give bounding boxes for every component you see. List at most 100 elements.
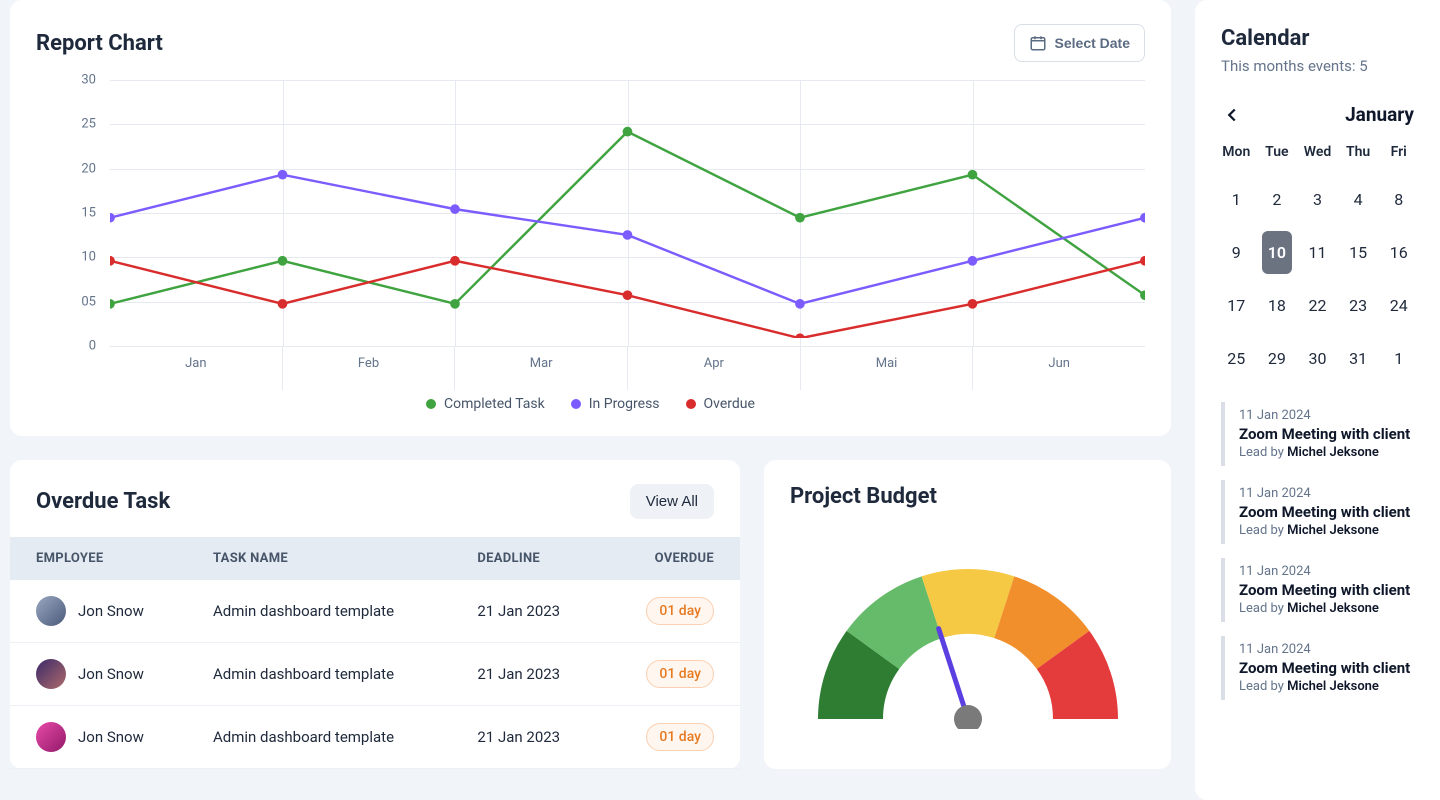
calendar-event[interactable]: 11 Jan 2024Zoom Meeting with clientLead … <box>1221 558 1414 622</box>
calendar-dow: Wed <box>1302 144 1333 168</box>
y-tick: 0 <box>89 339 96 354</box>
event-lead: Lead by Michel Jeksone <box>1239 601 1414 616</box>
event-lead: Lead by Michel Jeksone <box>1239 445 1414 460</box>
report-chart-title: Report Chart <box>36 31 163 56</box>
y-tick: 25 <box>81 117 96 132</box>
task-deadline: 21 Jan 2023 <box>459 643 604 706</box>
project-budget-card: Project Budget <box>764 460 1171 769</box>
calendar-event[interactable]: 11 Jan 2024 Zoom Meeting with client Lead … <box>1221 402 1414 466</box>
y-tick: 10 <box>81 250 96 265</box>
overdue-task-card: Overdue Task View All EMPLOYEE TASK NAME… <box>10 460 740 769</box>
overdue-table: EMPLOYEE TASK NAME DEADLINE OVERDUE Jon … <box>10 537 740 769</box>
calendar-day[interactable]: 1 <box>1221 178 1252 221</box>
legend-label: Overdue <box>704 396 755 412</box>
view-all-button[interactable]: View All <box>630 484 714 519</box>
calendar-event[interactable]: 11 Jan 2024 Zoom Meeting with client Lead … <box>1221 636 1414 700</box>
calendar-day[interactable]: 24 <box>1383 284 1414 327</box>
table-row[interactable]: Jon Snow Admin dashboard template21 Jan 2… <box>10 706 740 769</box>
employee-name: Jon Snow <box>78 665 144 683</box>
event-date: 11 Jan 2024 <box>1239 642 1414 657</box>
table-row[interactable]: Jon Snow Admin dashboard template21 Jan 2… <box>10 580 740 643</box>
task-name: Admin dashboard template <box>195 706 459 769</box>
event-title: Zoom Meeting with client <box>1239 503 1414 521</box>
calendar-day[interactable]: 9 <box>1221 231 1252 274</box>
legend-label: In Progress <box>589 396 660 412</box>
task-name: Admin dashboard template <box>195 643 459 706</box>
calendar-day[interactable]: 2 <box>1262 178 1293 221</box>
legend-dot-icon <box>686 399 696 409</box>
col-employee: EMPLOYEE <box>10 537 195 580</box>
y-tick: 15 <box>81 206 96 221</box>
x-tick: Jan <box>110 346 282 390</box>
x-tick: Jun <box>972 346 1145 390</box>
calendar-day[interactable]: 17 <box>1221 284 1252 327</box>
calendar-day[interactable]: 25 <box>1221 337 1252 380</box>
avatar <box>36 659 66 689</box>
col-task: TASK NAME <box>195 537 459 580</box>
calendar-day[interactable]: 15 <box>1343 231 1374 274</box>
x-tick: Apr <box>627 346 800 390</box>
avatar <box>36 722 66 752</box>
legend-item[interactable]: Overdue <box>686 396 755 412</box>
report-chart: 0051015202530 JanFebMarAprMaiJun <box>36 80 1145 390</box>
calendar-event[interactable]: 11 Jan 2024 Zoom Meeting with client Lead … <box>1221 480 1414 544</box>
task-deadline: 21 Jan 2023 <box>459 706 604 769</box>
event-lead: Lead by Michel Jeksone <box>1239 679 1414 694</box>
overdue-badge: 01 day <box>646 723 714 751</box>
calendar-day[interactable]: 23 <box>1343 284 1374 327</box>
event-date: 11 Jan 2024 <box>1239 408 1414 423</box>
avatar <box>36 596 66 626</box>
calendar-dow: Fri <box>1383 144 1414 168</box>
calendar-title: Calendar <box>1221 26 1414 51</box>
calendar-day[interactable]: 31 <box>1343 337 1374 380</box>
legend-item[interactable]: In Progress <box>571 396 660 412</box>
calendar-month: January <box>1345 103 1414 126</box>
x-tick: Feb <box>282 346 455 390</box>
event-title: Zoom Meeting with client <box>1239 659 1414 677</box>
x-tick: Mar <box>454 346 627 390</box>
overdue-badge: 01 day <box>646 660 714 688</box>
task-deadline: 21 Jan 2023 <box>459 580 604 643</box>
calendar-day[interactable]: 8 <box>1383 178 1414 221</box>
calendar-panel: Calendar This months events: 5 January M… <box>1195 0 1440 800</box>
employee-name: Jon Snow <box>78 602 144 620</box>
calendar-day[interactable]: 30 <box>1302 337 1333 380</box>
legend-dot-icon <box>426 399 436 409</box>
y-tick: 30 <box>81 73 96 88</box>
calendar-day[interactable]: 22 <box>1302 284 1333 327</box>
budget-title: Project Budget <box>790 484 1145 509</box>
report-chart-card: Report Chart Select Date 0 05 10 15 20 25 30 J… <box>10 0 1171 436</box>
calendar-day[interactable]: 16 <box>1383 231 1414 274</box>
event-date: 11 Jan 2024 <box>1239 486 1414 501</box>
legend-item[interactable]: Completed Task <box>426 396 545 412</box>
legend-label: Completed Task <box>444 396 545 412</box>
overdue-badge: 01 day <box>646 597 714 625</box>
x-tick: Mai <box>800 346 973 390</box>
calendar-icon <box>1029 34 1047 52</box>
employee-name: Jon Snow <box>78 728 144 746</box>
overdue-title: Overdue Task <box>36 489 170 514</box>
y-tick: 20 <box>81 161 96 176</box>
calendar-day[interactable]: 11 <box>1302 231 1333 274</box>
y-tick: 05 <box>81 294 96 309</box>
event-title: Zoom Meeting with client <box>1239 581 1414 599</box>
select-date-button[interactable]: Select Date <box>1014 24 1145 62</box>
calendar-dow: Tue <box>1262 144 1293 168</box>
calendar-day[interactable]: 29 <box>1262 337 1293 380</box>
budget-gauge <box>808 539 1128 729</box>
calendar-subtitle: This months events: 5 <box>1221 57 1414 75</box>
event-lead: Lead by Michel Jeksone <box>1239 523 1414 538</box>
event-title: Zoom Meeting with client <box>1239 425 1414 443</box>
calendar-dow: Thu <box>1343 144 1374 168</box>
col-overdue: OVERDUE <box>604 537 740 580</box>
calendar-day[interactable]: 3 <box>1302 178 1333 221</box>
legend-dot-icon <box>571 399 581 409</box>
calendar-day[interactable]: 4 <box>1343 178 1374 221</box>
calendar-day[interactable]: 18 <box>1262 284 1293 327</box>
calendar-day[interactable]: 1 <box>1383 337 1414 380</box>
chevron-left-icon[interactable] <box>1221 104 1243 126</box>
chart-legend: Completed Task In Progress Overdue <box>36 390 1145 412</box>
calendar-day[interactable]: 10 <box>1262 231 1293 274</box>
task-name: Admin dashboard template <box>195 580 459 643</box>
table-row[interactable]: Jon Snow Admin dashboard template21 Jan 2… <box>10 643 740 706</box>
